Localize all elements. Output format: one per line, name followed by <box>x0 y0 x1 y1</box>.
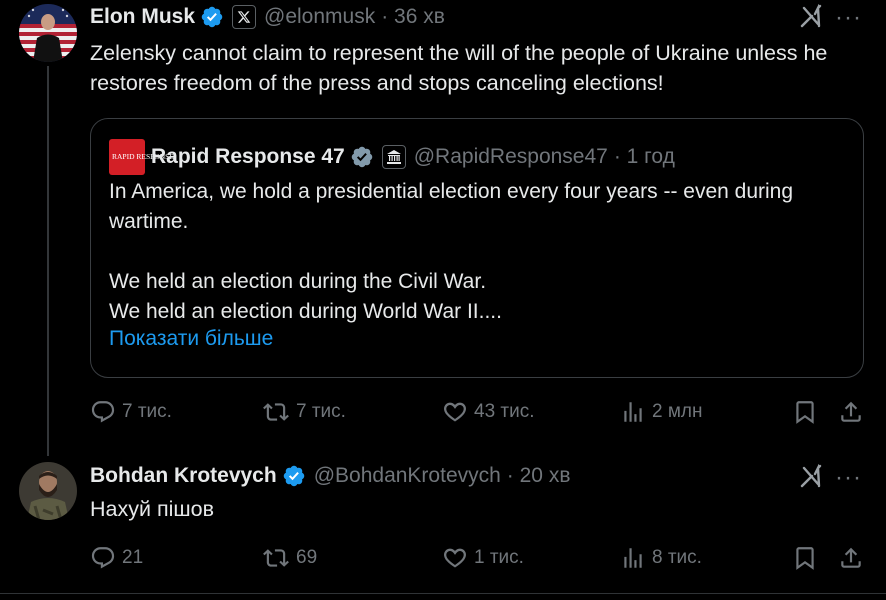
bookmark-icon <box>796 401 814 424</box>
repost-icon <box>263 403 289 421</box>
quoted-tweet[interactable]: RAPID RESPONSE Rapid Response 47 @RapidR… <box>90 118 864 378</box>
tweet-actions: 7 тис. 7 тис. 43 тис. 2 млн <box>90 397 866 427</box>
tweet-elon-musk[interactable]: Elon Musk @elonmusk · 36 хв ··· Zelensky… <box>0 0 886 440</box>
share-button[interactable] <box>838 543 870 573</box>
repost-button[interactable]: 69 <box>262 543 317 573</box>
reply-icon <box>91 547 115 569</box>
avatar-image <box>19 4 77 62</box>
quoted-timestamp[interactable]: · 1 год <box>614 145 675 169</box>
reply-button[interactable]: 21 <box>90 543 143 573</box>
tweet-bohdan-krotevych[interactable]: Bohdan Krotevych @BohdanKrotevych · 20 х… <box>0 450 886 600</box>
like-count: 1 тис. <box>474 547 524 568</box>
views-chart-icon <box>624 402 642 422</box>
views-chart-icon <box>624 548 642 568</box>
reply-count: 7 тис. <box>122 401 172 422</box>
author-name[interactable]: Elon Musk <box>90 5 195 29</box>
quoted-avatar[interactable]: RAPID RESPONSE <box>109 139 174 175</box>
like-count: 43 тис. <box>474 401 535 422</box>
reply-button[interactable]: 7 тис. <box>90 397 172 427</box>
more-options-icon[interactable]: ··· <box>835 6 862 30</box>
quoted-tweet-header: RAPID RESPONSE Rapid Response 47 @RapidR… <box>109 139 675 175</box>
verified-badge-icon <box>200 5 224 29</box>
reply-icon <box>91 401 115 423</box>
author-name[interactable]: Bohdan Krotevych <box>90 464 277 488</box>
quoted-avatar-logo: RAPID RESPONSE <box>112 152 174 161</box>
quoted-tweet-text: In America, we hold a presidential elect… <box>109 180 794 323</box>
views-button[interactable]: 2 млн <box>620 397 703 427</box>
timestamp[interactable]: · 20 хв <box>507 464 571 488</box>
tweet-text: Zelensky cannot claim to represent the w… <box>90 41 828 95</box>
quoted-author-name[interactable]: Rapid Response 47 <box>151 145 345 169</box>
timestamp[interactable]: · 36 хв <box>381 5 445 29</box>
views-button[interactable]: 8 тис. <box>620 543 702 573</box>
verified-badge-icon <box>350 145 374 169</box>
share-icon <box>841 547 861 568</box>
reply-count: 21 <box>122 547 144 568</box>
repost-button[interactable]: 7 тис. <box>262 397 346 427</box>
tweet-text: Нахуй пішов <box>90 497 215 521</box>
avatar-image <box>19 462 77 520</box>
bookmark-button[interactable] <box>792 543 824 573</box>
avatar[interactable] <box>19 4 77 62</box>
tweet-header: Bohdan Krotevych @BohdanKrotevych · 20 х… <box>90 461 570 491</box>
author-handle[interactable]: @BohdanKrotevych <box>314 464 501 488</box>
repost-count: 69 <box>296 547 318 568</box>
bottom-divider <box>0 593 886 594</box>
grok-icon[interactable] <box>798 463 824 490</box>
x-affiliation-icon[interactable] <box>232 5 257 29</box>
verified-badge-icon <box>282 464 306 488</box>
tweet-header: Elon Musk @elonmusk · 36 хв <box>90 2 445 32</box>
government-building-icon[interactable] <box>381 145 406 169</box>
repost-icon <box>263 549 289 567</box>
author-handle[interactable]: @elonmusk <box>264 5 375 29</box>
tweet-actions: 21 69 1 тис. 8 тис. <box>90 543 866 573</box>
avatar[interactable] <box>19 462 77 520</box>
show-more-link[interactable]: Показати більше <box>109 327 273 351</box>
bookmark-button[interactable] <box>792 397 824 427</box>
views-count: 8 тис. <box>652 547 702 568</box>
heart-icon <box>444 548 466 568</box>
like-button[interactable]: 43 тис. <box>442 397 535 427</box>
bookmark-icon <box>796 547 814 570</box>
more-options-icon[interactable]: ··· <box>835 466 862 490</box>
repost-count: 7 тис. <box>296 401 346 422</box>
views-count: 2 млн <box>652 401 703 422</box>
grok-icon[interactable] <box>798 3 824 30</box>
quoted-author-handle[interactable]: @RapidResponse47 <box>414 145 608 169</box>
share-icon <box>841 401 861 422</box>
heart-icon <box>444 402 466 422</box>
like-button[interactable]: 1 тис. <box>442 543 524 573</box>
share-button[interactable] <box>838 397 870 427</box>
